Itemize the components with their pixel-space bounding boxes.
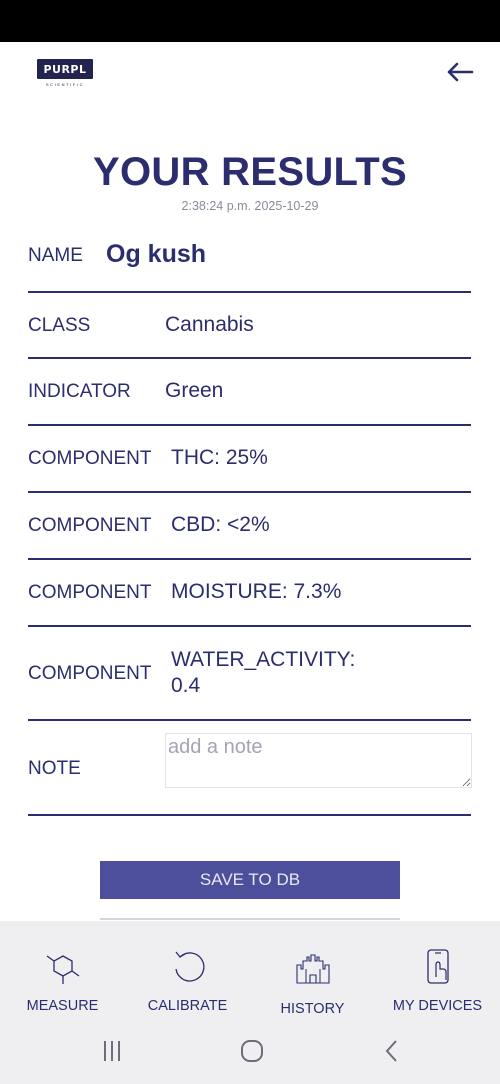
result-row-component: COMPONENT CBD: <2% xyxy=(28,493,471,560)
row-label: NAME xyxy=(28,245,83,266)
status-bar xyxy=(0,0,500,42)
result-row-component: COMPONENT WATER_ACTIVITY: 0.4 xyxy=(28,627,471,721)
result-row-class: CLASS Cannabis xyxy=(28,293,471,359)
nav-calibrate[interactable]: CALIBRATE xyxy=(125,921,250,1017)
home-button[interactable] xyxy=(232,1035,272,1067)
bottom-navigation: MEASURE CALIBRATE HISTORY MY DEVICES xyxy=(0,921,500,1017)
nav-history-label: HISTORY xyxy=(280,1001,345,1017)
row-label: COMPONENT xyxy=(28,448,152,469)
molecule-icon xyxy=(46,955,79,984)
save-button-label: SAVE TO DB xyxy=(199,870,301,889)
result-row-name: NAME Og kush xyxy=(28,232,471,293)
class-value: Cannabis xyxy=(165,313,254,336)
castle-icon xyxy=(295,954,330,984)
save-to-db-button[interactable]: SAVE TO DB xyxy=(100,861,400,899)
back-button[interactable] xyxy=(444,58,476,86)
result-row-indicator: INDICATOR Green xyxy=(28,359,471,426)
row-label: NOTE xyxy=(28,758,81,779)
row-label: COMPONENT xyxy=(28,663,152,684)
row-label: CLASS xyxy=(28,315,91,336)
recents-button[interactable] xyxy=(92,1035,132,1067)
result-timestamp: 2:38:24 p.m. 2025-10-29 xyxy=(181,199,319,213)
component-value: THC: 25% xyxy=(171,446,268,469)
nav-history[interactable]: HISTORY xyxy=(250,921,375,1017)
component-value: WATER_ACTIVITY: xyxy=(171,648,356,671)
row-label: COMPONENT xyxy=(28,515,152,536)
logo-subtext: SCIENTIFIC xyxy=(45,82,85,87)
arrow-left-icon xyxy=(447,62,474,82)
recents-icon xyxy=(104,1041,120,1061)
note-input[interactable] xyxy=(165,733,472,788)
nav-my-devices[interactable]: MY DEVICES xyxy=(375,921,500,1017)
system-back-button[interactable] xyxy=(372,1035,412,1067)
divider xyxy=(100,918,400,920)
page-title: YOUR RESULTS xyxy=(93,150,407,194)
component-value: CBD: <2% xyxy=(171,513,270,536)
system-navigation-bar xyxy=(0,1017,500,1084)
refresh-icon xyxy=(174,951,204,982)
nav-measure-label: MEASURE xyxy=(26,998,99,1014)
row-label: INDICATOR xyxy=(28,381,131,402)
nav-my-devices-label: MY DEVICES xyxy=(392,998,483,1014)
result-row-note: NOTE xyxy=(28,721,472,816)
row-label: COMPONENT xyxy=(28,582,152,603)
nav-calibrate-label: CALIBRATE xyxy=(147,998,228,1014)
back-icon xyxy=(385,1040,397,1062)
logo-wordmark: PURPL xyxy=(43,62,87,76)
component-value: MOISTURE: 7.3% xyxy=(171,580,342,603)
result-row-component: COMPONENT THC: 25% xyxy=(28,426,471,493)
nav-measure[interactable]: MEASURE xyxy=(0,921,125,1017)
result-row-component: COMPONENT MOISTURE: 7.3% xyxy=(28,560,471,627)
sample-name: Og kush xyxy=(106,240,207,268)
indicator-value: Green xyxy=(165,379,224,402)
purpl-logo: PURPL SCIENTIFIC xyxy=(37,59,93,87)
home-icon xyxy=(241,1040,263,1062)
component-value: 0.4 xyxy=(171,674,201,697)
phone-tap-icon xyxy=(426,949,449,984)
